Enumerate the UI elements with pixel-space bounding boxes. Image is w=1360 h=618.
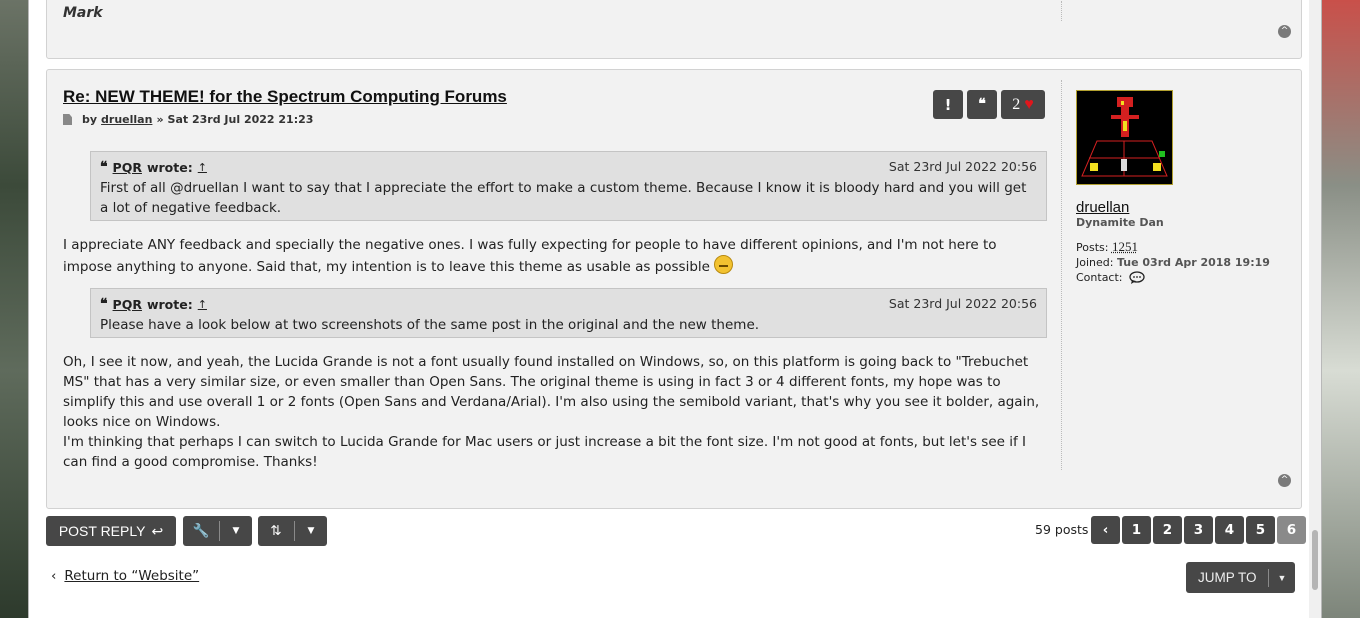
post-profile: druellan Dynamite Dan Posts: 1251 Joined… [1076, 90, 1276, 284]
pagination: ‹ 1 2 3 4 5 6 [1091, 516, 1306, 544]
jump-to-label: JUMP TO [1198, 570, 1257, 585]
post-paragraph: Oh, I see it now, and yeah, the Lucida G… [63, 352, 1048, 472]
joined-date: Tue 03rd Apr 2018 19:19 [1116, 256, 1270, 269]
post-icon[interactable] [63, 114, 72, 125]
like-count: 2 [1012, 95, 1021, 113]
post-reply-label: POST REPLY [58, 523, 146, 539]
like-button[interactable]: 2 ♥ [1001, 90, 1045, 119]
post: Re: NEW THEME! for the Spectrum Computin… [46, 69, 1302, 509]
author-link[interactable]: druellan [101, 113, 152, 126]
chevron-left-icon: ‹ [51, 568, 57, 584]
current-page: 6 [1277, 516, 1306, 544]
report-icon: ! [944, 95, 952, 114]
post-reply-button[interactable]: POST REPLY ↩ [46, 516, 176, 546]
reply-icon: ↩ [151, 522, 164, 539]
quote-wrote-label: wrote: [146, 160, 193, 175]
profile-joined: Joined: Tue 03rd Apr 2018 19:19 [1076, 256, 1270, 269]
back-to-top-icon[interactable]: ^ [1278, 474, 1291, 487]
quote-block: ❝ PQR wrote: ↑ Sat 23rd Jul 2022 20:56 F… [90, 151, 1047, 221]
paragraph-text: I appreciate ANY feedback and specially … [63, 237, 997, 275]
back-to-top-icon[interactable]: ^ [1278, 25, 1291, 38]
post-byline: by druellan » Sat 23rd Jul 2022 21:23 [63, 113, 313, 126]
quote-header: ❝ PQR wrote: ↑ [100, 159, 207, 176]
contact-speech-icon[interactable] [1128, 271, 1145, 284]
profile-rank: Dynamite Dan [1076, 216, 1164, 229]
scrollbar[interactable] [1309, 0, 1321, 618]
wrench-icon: 🔧 [192, 523, 210, 539]
quote-author-link[interactable]: PQR [113, 160, 142, 175]
sort-button[interactable]: ⇅ ▼ [258, 516, 327, 546]
quote-text: Please have a look below at two screensh… [100, 317, 760, 333]
sort-icon: ⇅ [270, 523, 282, 539]
chevron-down-icon: ▼ [1277, 572, 1287, 583]
prev-page-button[interactable]: ‹ [1091, 516, 1120, 544]
chevron-left-icon: ‹ [1102, 522, 1109, 538]
emoji-icon [714, 255, 734, 274]
joined-label: Joined: [1076, 256, 1114, 269]
posts-label: Posts: [1076, 241, 1109, 254]
post-divider [1061, 1, 1062, 21]
quote-icon: ❝ [100, 160, 108, 175]
quote-author-link[interactable]: PQR [113, 297, 142, 312]
chevron-down-icon: ▼ [307, 526, 315, 536]
post-divider [1061, 80, 1062, 470]
quote-source-link[interactable]: ↑ [198, 161, 207, 174]
report-button[interactable]: ! [933, 90, 963, 119]
page-link[interactable]: 5 [1246, 516, 1275, 544]
avatar-image [1077, 91, 1172, 184]
background-right [1320, 0, 1360, 618]
page-link[interactable]: 4 [1215, 516, 1244, 544]
topic-tools-button[interactable]: 🔧 ▼ [183, 516, 252, 546]
profile-contact: Contact: [1076, 271, 1145, 284]
profile-username-link[interactable]: druellan [1076, 199, 1129, 216]
quote-wrote-label: wrote: [146, 297, 193, 312]
jump-to-button[interactable]: JUMP TO ▼ [1186, 562, 1295, 593]
post-actions: ! ❝ 2 ♥ [933, 90, 1045, 119]
quote-date: Sat 23rd Jul 2022 20:56 [888, 296, 1037, 311]
post-date: Sat 23rd Jul 2022 21:23 [167, 113, 314, 126]
quote-button[interactable]: ❝ [967, 90, 997, 119]
return-link[interactable]: ‹ Return to “Website” [51, 568, 199, 584]
quote-block: ❝ PQR wrote: ↑ Sat 23rd Jul 2022 20:56 P… [90, 288, 1047, 338]
scrollbar-thumb[interactable] [1312, 530, 1318, 590]
quote-icon: ❝ [100, 297, 108, 312]
page-link[interactable]: 2 [1153, 516, 1182, 544]
by-label: by [82, 113, 98, 126]
previous-post: Mark ^ [46, 0, 1302, 59]
return-label: Return to “Website” [64, 568, 200, 584]
paragraph-text: Oh, I see it now, and yeah, the Lucida G… [63, 354, 1040, 430]
post-paragraph: I appreciate ANY feedback and specially … [63, 235, 1048, 277]
background-left [0, 0, 28, 618]
contact-label: Contact: [1076, 271, 1123, 284]
page-link[interactable]: 1 [1122, 516, 1151, 544]
quote-header: ❝ PQR wrote: ↑ [100, 296, 207, 313]
post-title[interactable]: Re: NEW THEME! for the Spectrum Computin… [63, 87, 507, 107]
quote-date: Sat 23rd Jul 2022 20:56 [888, 159, 1037, 174]
page-container: Mark ^ Re: NEW THEME! for the Spectrum C… [28, 0, 1322, 618]
paragraph-text: I'm thinking that perhaps I can switch t… [63, 434, 1027, 470]
post-count: 59 posts [1035, 522, 1089, 537]
quote-icon: ❝ [978, 97, 986, 112]
quote-source-link[interactable]: ↑ [198, 298, 207, 311]
quote-text: First of all @druellan I want to say tha… [100, 180, 1027, 216]
date-separator: » [156, 113, 164, 126]
chevron-down-icon: ▼ [232, 526, 240, 536]
profile-posts: Posts: 1251 [1076, 239, 1138, 255]
signature: Mark [63, 5, 103, 21]
avatar[interactable] [1076, 90, 1173, 185]
page-link[interactable]: 3 [1184, 516, 1213, 544]
heart-icon: ♥ [1024, 95, 1034, 113]
posts-count-link[interactable]: 1251 [1112, 239, 1138, 254]
